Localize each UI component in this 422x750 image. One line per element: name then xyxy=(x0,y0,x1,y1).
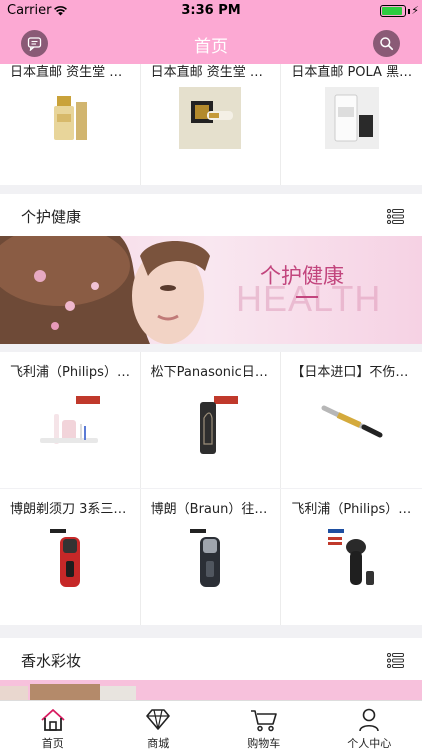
tab-shop[interactable]: 商城 xyxy=(106,701,212,750)
tab-profile[interactable]: 个人中心 xyxy=(317,701,422,750)
banner-title: 个护健康 xyxy=(260,264,344,288)
product-card[interactable]: 博朗剃须刀 3系三刀头 xyxy=(0,489,141,625)
person-icon xyxy=(359,708,380,732)
section-header: 个护健康 xyxy=(0,194,422,238)
product-image xyxy=(327,529,374,585)
product-card[interactable]: 【日本进口】不伤发卷发棒 xyxy=(281,352,422,488)
section-header: 香水彩妆 xyxy=(0,638,422,682)
battery-icon xyxy=(380,5,406,17)
product-image xyxy=(324,87,379,149)
list-icon[interactable] xyxy=(387,209,404,224)
product-image xyxy=(49,529,80,587)
tab-label: 购物车 xyxy=(247,737,281,750)
list-icon[interactable] xyxy=(387,653,404,668)
product-card[interactable]: 飞利浦（Philips）剃须刀 xyxy=(281,489,422,625)
product-image xyxy=(200,396,239,454)
product-card[interactable]: 博朗（Braun）往复式 xyxy=(141,489,282,625)
product-card[interactable]: 飞利浦（Philips）冲牙器 xyxy=(0,352,141,488)
product-image xyxy=(179,87,242,149)
category-banner[interactable] xyxy=(0,680,422,700)
tab-label: 个人中心 xyxy=(347,737,392,750)
tab-label: 首页 xyxy=(41,737,64,750)
home-content[interactable]: 日本直邮 资生堂 时光琉璃 日本直邮 资生堂 时光琉璃 日本直邮 POLA 黑B… xyxy=(0,64,422,700)
search-icon xyxy=(380,37,394,51)
home-icon xyxy=(41,709,65,731)
banner-image xyxy=(0,680,422,700)
product-row: 日本直邮 资生堂 时光琉璃 日本直邮 资生堂 时光琉璃 日本直邮 POLA 黑B… xyxy=(0,64,422,185)
clock: 3:36 PM xyxy=(181,3,241,18)
cart-icon xyxy=(250,710,277,732)
battery-tip xyxy=(408,9,410,14)
product-title: 日本直邮 资生堂 时光琉璃 xyxy=(150,65,273,80)
tab-home[interactable]: 首页 xyxy=(0,701,106,750)
page-title: 首页 xyxy=(194,37,228,57)
section-title: 香水彩妆 xyxy=(21,652,82,670)
search-button[interactable] xyxy=(373,30,400,57)
charging-icon: ⚡ xyxy=(411,4,419,17)
product-title: 博朗（Braun）往复式 xyxy=(150,502,273,517)
category-banner[interactable]: HEALTH 个护健康 xyxy=(0,236,422,344)
product-image xyxy=(190,529,221,587)
tab-label: 商城 xyxy=(147,737,170,750)
product-image xyxy=(53,96,87,140)
product-image xyxy=(321,405,383,438)
product-title: 日本直邮 资生堂 时光琉璃 xyxy=(10,65,132,80)
banner-divider xyxy=(296,296,318,298)
product-row: 博朗剃须刀 3系三刀头 博朗（Braun）往复式 飞利浦（Philips）剃须刀 xyxy=(0,489,422,625)
product-image xyxy=(39,396,100,444)
product-card[interactable]: 日本直邮 资生堂 时光琉璃 xyxy=(0,64,141,185)
product-title: 日本直邮 POLA 黑BA xyxy=(291,65,414,80)
product-title: 松下Panasonic日本进口 xyxy=(150,365,273,380)
diamond-icon xyxy=(146,709,171,730)
product-title: 飞利浦（Philips）冲牙器 xyxy=(10,365,132,380)
product-card[interactable]: 日本直邮 资生堂 时光琉璃 xyxy=(141,64,282,185)
product-card[interactable]: 松下Panasonic日本进口 xyxy=(141,352,282,488)
product-title: 飞利浦（Philips）剃须刀 xyxy=(291,502,414,517)
product-title: 博朗剃须刀 3系三刀头 xyxy=(10,502,132,517)
tab-bar: 首页 商城 购物车 个人中心 xyxy=(0,700,422,750)
product-row: 飞利浦（Philips）冲牙器 松下Panasonic日本进口 【日本进口】不伤… xyxy=(0,352,422,488)
status-bar: Carrier 3:36 PM ⚡ xyxy=(0,0,422,22)
section-title: 个护健康 xyxy=(21,208,82,226)
tab-cart[interactable]: 购物车 xyxy=(211,701,317,750)
navigation-bar: 首页 xyxy=(0,22,422,64)
product-card[interactable]: 日本直邮 POLA 黑BA xyxy=(281,64,422,185)
product-title: 【日本进口】不伤发卷发棒 xyxy=(291,365,414,380)
